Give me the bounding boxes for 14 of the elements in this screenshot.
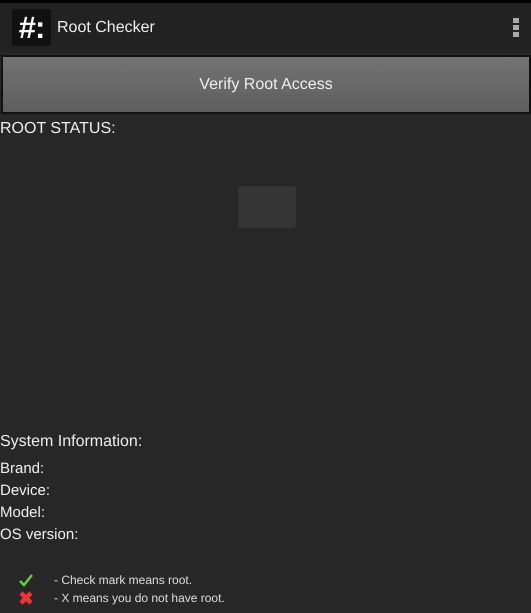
info-label: OS version:: [0, 525, 80, 545]
info-label: Device:: [0, 481, 52, 501]
check-icon: [18, 572, 34, 588]
legend-text: - X means you do not have root.: [54, 591, 225, 605]
verify-button[interactable]: Verify Root Access: [1, 55, 531, 114]
overflow-menu-icon[interactable]: [513, 18, 519, 37]
info-label: Model:: [0, 503, 46, 523]
section-heading: System Information:: [0, 433, 144, 452]
cross-icon: [18, 590, 34, 606]
status-label: ROOT STATUS:: [0, 120, 117, 139]
info-label: Brand:: [0, 459, 46, 479]
legend-text: - Check mark means root.: [54, 573, 192, 587]
app-title: Root Checker: [57, 18, 156, 36]
app-logo: #:: [12, 9, 51, 46]
